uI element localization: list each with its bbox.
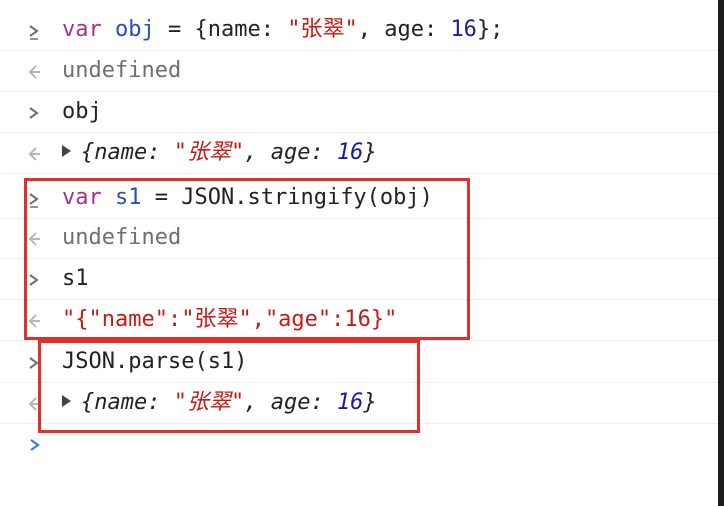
return-arrow-icon (24, 61, 46, 83)
object-preview-middle: , age: (244, 390, 337, 415)
chevron-right-icon (24, 188, 46, 210)
object-literal-middle: , age: (357, 17, 451, 42)
operator-token: = (154, 185, 168, 210)
console-input-code: JSON.parse(s1) (62, 349, 248, 374)
console-output-value: undefined (62, 58, 182, 83)
console-prompt[interactable] (0, 428, 724, 506)
identifier-token: obj (115, 17, 155, 42)
console-output-string: "{"name":"张翠","age":16}" (62, 307, 398, 332)
chevron-right-icon (24, 20, 46, 42)
call-expression-token: JSON.stringify(obj) (181, 185, 433, 210)
console-input-code: obj (62, 99, 102, 124)
object-preview[interactable]: {name: "张翠", age: 16} (62, 391, 377, 415)
string-token: "张翠" (287, 17, 358, 42)
chevron-right-icon (24, 434, 46, 456)
console-input-row[interactable]: s1 (0, 259, 724, 300)
chevron-right-icon (24, 269, 46, 291)
console-output-row[interactable]: {name: "张翠", age: 16} (0, 133, 724, 174)
object-literal-close: }; (476, 17, 504, 42)
object-preview-number: 16 (336, 390, 364, 415)
console-input-code: var obj = {name: "张翠", age: 16}; (62, 18, 503, 42)
console-input-row[interactable]: JSON.parse(s1) (0, 342, 724, 383)
object-preview-open: {name: (81, 390, 174, 415)
console-output-value: undefined (62, 225, 182, 250)
object-preview-string: "张翠" (173, 390, 245, 415)
object-preview-string: "张翠" (173, 140, 245, 165)
return-arrow-icon (24, 228, 46, 250)
return-arrow-icon (24, 310, 46, 332)
return-arrow-icon (24, 143, 46, 165)
return-arrow-icon (24, 393, 46, 415)
console-output-row[interactable]: {name: "张翠", age: 16} (0, 383, 724, 424)
identifier-token: s1 (115, 185, 142, 210)
object-preview-close: } (363, 140, 377, 165)
console-output-row: undefined (0, 51, 724, 92)
object-preview-number: 16 (336, 140, 364, 165)
console-input-row[interactable]: var obj = {name: "张翠", age: 16}; (0, 10, 724, 51)
console-input-code: var s1 = JSON.stringify(obj) (62, 186, 433, 210)
triangle-right-icon[interactable] (62, 395, 71, 407)
chevron-right-icon (24, 352, 46, 374)
devtools-console: var obj = {name: "张翠", age: 16}; undefin… (0, 0, 724, 506)
console-input-row[interactable]: var s1 = JSON.stringify(obj) (0, 178, 724, 219)
object-preview[interactable]: {name: "张翠", age: 16} (62, 141, 377, 165)
window-edge (718, 0, 724, 506)
console-output-row: undefined (0, 218, 724, 259)
object-preview-open: {name: (81, 140, 174, 165)
console-input-row[interactable]: obj (0, 92, 724, 133)
triangle-right-icon[interactable] (62, 145, 71, 157)
object-preview-close: } (363, 390, 377, 415)
chevron-right-icon (24, 102, 46, 124)
number-token: 16 (450, 17, 477, 42)
keyword-token: var (62, 17, 102, 42)
console-output-row: "{"name":"张翠","age":16}" (0, 300, 724, 341)
keyword-token: var (62, 185, 102, 210)
object-preview-middle: , age: (244, 140, 337, 165)
console-input-code: s1 (62, 266, 89, 291)
operator-token: = (168, 17, 182, 42)
object-literal-open: {name: (194, 17, 288, 42)
